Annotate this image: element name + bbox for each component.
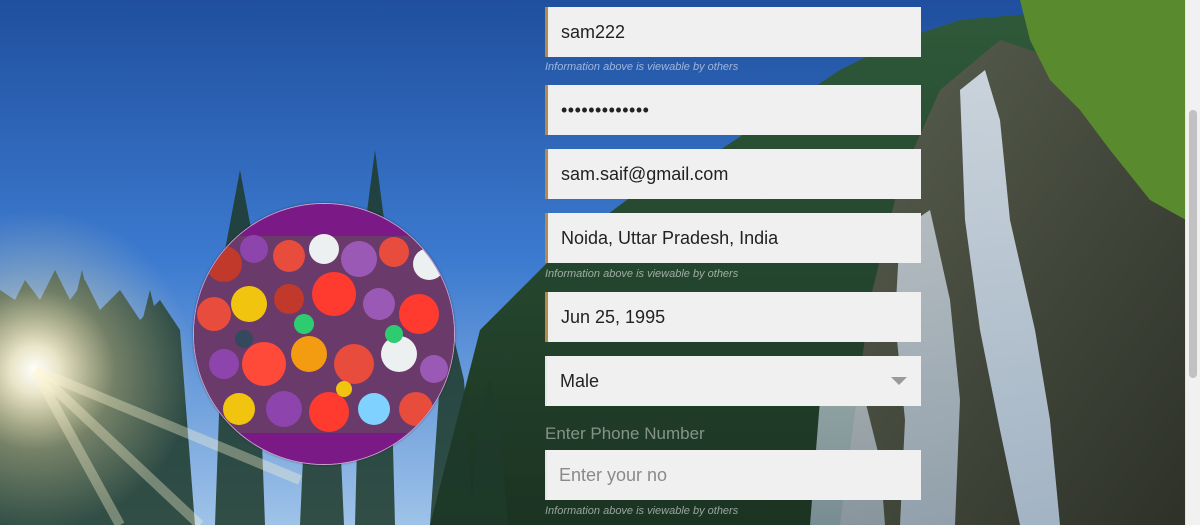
username-privacy-hint: Information above is viewable by others [545, 61, 739, 73]
location-privacy-hint: Information above is viewable by others [545, 268, 739, 280]
birthday-value: Jun 25, 1995 [561, 307, 666, 327]
gender-value: Male [560, 371, 600, 391]
phone-privacy-hint: Information above is viewable by others [545, 505, 739, 517]
phone-field[interactable] [545, 450, 921, 500]
phone-input[interactable] [559, 450, 899, 500]
scrollbar-thumb[interactable] [1189, 110, 1197, 378]
gender-select[interactable]: Male [545, 356, 921, 406]
location-value: Noida, Uttar Pradesh, India [561, 228, 779, 248]
username-field[interactable]: sam222 [545, 7, 921, 57]
phone-label: Enter Phone Number [545, 424, 705, 443]
email-value: sam.saif@gmail.com [561, 164, 729, 184]
birthday-field[interactable]: Jun 25, 1995 [545, 292, 921, 342]
profile-avatar[interactable] [193, 203, 455, 465]
password-field[interactable]: ••••••••••••• [545, 85, 921, 135]
email-field[interactable]: sam.saif@gmail.com [545, 149, 921, 199]
location-field[interactable]: Noida, Uttar Pradesh, India [545, 213, 921, 263]
avatar-flowers-image [194, 204, 454, 464]
page-scrollbar[interactable] [1185, 0, 1200, 525]
password-value: ••••••••••••• [561, 100, 650, 120]
username-value: sam222 [561, 22, 626, 42]
profile-page: sam222 Information above is viewable by … [0, 0, 1200, 525]
chevron-down-icon[interactable] [891, 377, 907, 385]
